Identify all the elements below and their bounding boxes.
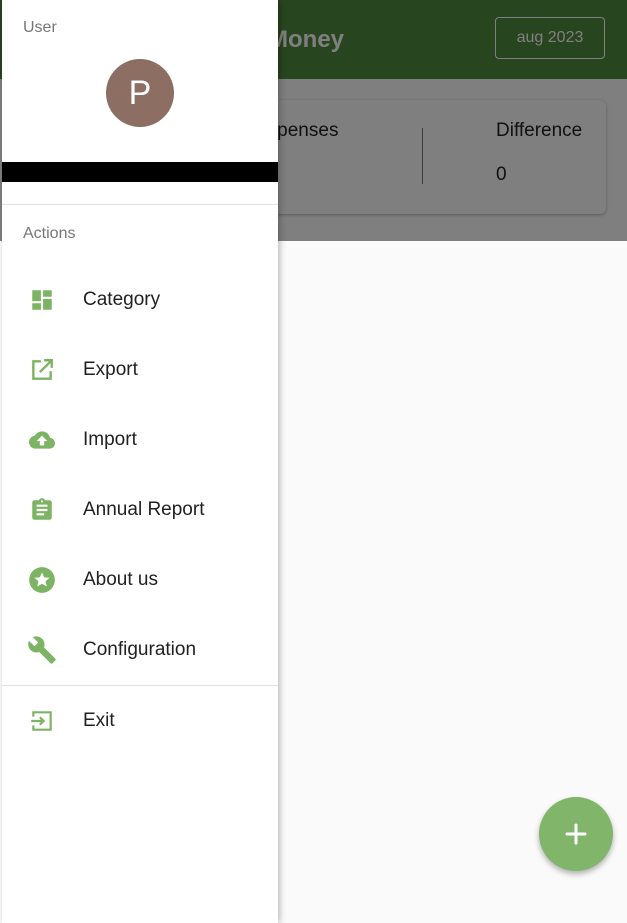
add-fab-button[interactable] bbox=[539, 797, 613, 871]
menu-item-annual-report[interactable]: Annual Report bbox=[2, 482, 278, 538]
divider bbox=[2, 204, 278, 205]
menu-item-label: About us bbox=[83, 569, 158, 590]
assignment-icon bbox=[26, 494, 58, 526]
wrench-icon bbox=[26, 634, 58, 666]
menu-item-label: Import bbox=[83, 429, 137, 450]
navigation-drawer: User P Actions Category Export Import An… bbox=[2, 0, 278, 923]
star-circle-icon bbox=[26, 564, 58, 596]
dashboard-icon bbox=[26, 284, 58, 316]
menu-item-label: Export bbox=[83, 359, 138, 380]
menu-item-label: Category bbox=[83, 289, 161, 310]
menu-item-export[interactable]: Export bbox=[2, 342, 278, 398]
menu-item-label: Configuration bbox=[83, 639, 197, 660]
actions-section-title: Actions bbox=[23, 225, 76, 242]
menu-item-label: Exit bbox=[83, 710, 115, 731]
menu-item-exit[interactable]: Exit bbox=[2, 693, 278, 749]
cloud-upload-icon bbox=[26, 424, 58, 456]
redacted-user-name bbox=[2, 162, 278, 182]
avatar[interactable]: P bbox=[106, 59, 174, 127]
menu-item-configuration[interactable]: Configuration bbox=[2, 622, 278, 678]
menu-item-label: Annual Report bbox=[83, 499, 205, 520]
open-in-new-icon bbox=[26, 354, 58, 386]
menu-item-category[interactable]: Category bbox=[2, 272, 278, 328]
divider bbox=[2, 685, 278, 686]
user-section-title: User bbox=[23, 19, 57, 36]
plus-icon bbox=[565, 823, 587, 845]
menu-item-import[interactable]: Import bbox=[2, 412, 278, 468]
exit-icon bbox=[26, 705, 58, 737]
menu-item-about-us[interactable]: About us bbox=[2, 552, 278, 608]
